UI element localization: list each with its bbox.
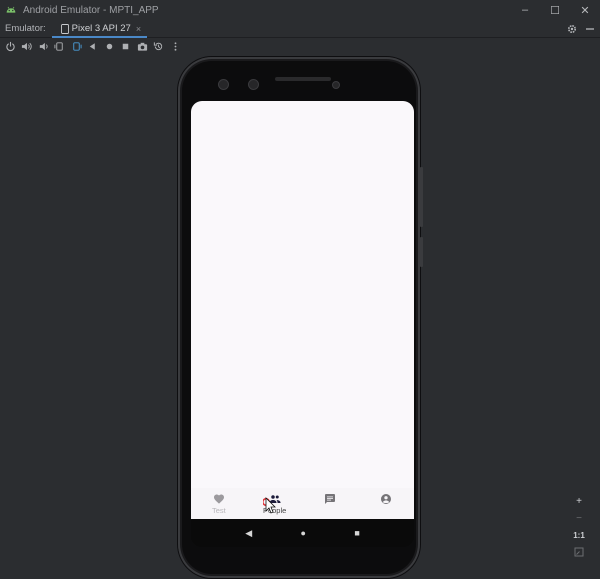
tab-label: Pixel 3 API 27 xyxy=(71,23,131,34)
emulator-label: Emulator: xyxy=(5,23,46,34)
mouse-cursor-icon xyxy=(263,497,276,514)
close-button[interactable]: ✕ xyxy=(570,0,600,20)
phone-bezel: Test People ◀ ● ■ xyxy=(182,61,416,574)
home-icon[interactable] xyxy=(101,39,117,55)
volume-side-button xyxy=(420,237,423,267)
emulator-tabbar: Emulator: Pixel 3 API 27 × xyxy=(0,20,600,38)
snapshot-icon[interactable] xyxy=(151,39,167,55)
maximize-button[interactable]: ☐ xyxy=(540,0,570,20)
more-icon[interactable] xyxy=(167,39,183,55)
minimize-button[interactable]: – xyxy=(510,0,540,20)
overview-icon[interactable] xyxy=(118,39,134,55)
earpiece-speaker xyxy=(275,77,331,81)
bottom-navigation: Test People xyxy=(191,488,414,519)
front-camera-icon xyxy=(248,79,259,90)
account-icon xyxy=(381,494,392,504)
system-back-button[interactable]: ◀ xyxy=(245,528,252,539)
device-icon xyxy=(60,23,69,34)
tab-close-icon[interactable]: × xyxy=(136,24,141,34)
window-titlebar: Android Emulator - MPTI_APP – ☐ ✕ xyxy=(0,0,600,20)
power-icon[interactable] xyxy=(2,39,18,55)
zoom-controls: + − 1:1 xyxy=(569,494,589,566)
chat-icon xyxy=(325,494,336,504)
zoom-in-button[interactable]: + xyxy=(570,494,588,508)
zoom-out-button[interactable]: − xyxy=(570,511,588,525)
system-home-button[interactable]: ● xyxy=(301,528,306,538)
actual-size-button[interactable]: 1:1 xyxy=(570,528,588,542)
rotate-left-icon[interactable] xyxy=(52,39,68,55)
proximity-sensor-icon xyxy=(332,81,340,89)
window-title: Android Emulator - MPTI_APP xyxy=(23,4,159,16)
nav-item-chat[interactable] xyxy=(303,488,359,519)
nav-item-test[interactable]: Test xyxy=(191,488,247,519)
volume-up-icon[interactable] xyxy=(19,39,35,55)
front-sensor-icon xyxy=(218,79,229,90)
heart-icon xyxy=(213,494,224,504)
volume-down-icon[interactable] xyxy=(35,39,51,55)
minimize-panel-icon[interactable] xyxy=(585,24,595,34)
nav-label-test: Test xyxy=(211,506,226,515)
screenshot-icon[interactable] xyxy=(134,39,150,55)
android-icon xyxy=(6,6,16,13)
back-icon[interactable] xyxy=(85,39,101,55)
android-system-nav: ◀ ● ■ xyxy=(191,519,414,547)
phone-frame: Test People ◀ ● ■ xyxy=(178,57,423,578)
power-side-button xyxy=(420,167,423,227)
emulator-toolbar xyxy=(0,38,600,55)
system-overview-button[interactable]: ■ xyxy=(354,528,359,538)
gear-icon[interactable] xyxy=(567,24,577,34)
tab-pixel-3-api-27[interactable]: Pixel 3 API 27 × xyxy=(51,20,148,38)
nav-item-account[interactable] xyxy=(358,488,414,519)
rotate-right-icon[interactable] xyxy=(68,39,84,55)
fit-screen-icon[interactable] xyxy=(570,545,588,559)
app-screen[interactable]: Test People xyxy=(191,101,414,519)
